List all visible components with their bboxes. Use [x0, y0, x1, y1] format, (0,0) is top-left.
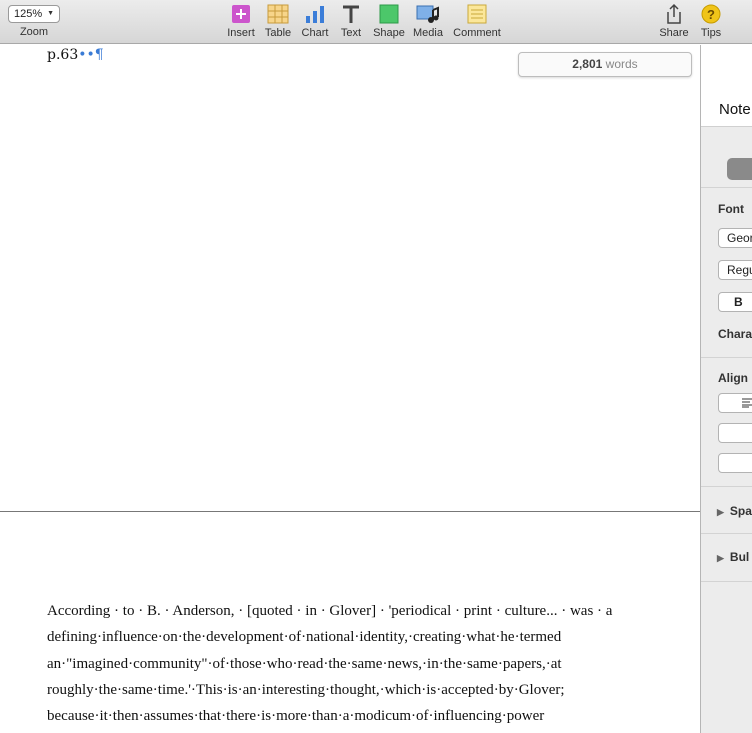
alignment-heading: Align: [718, 371, 748, 385]
table-label: Table: [264, 27, 292, 39]
media-label: Media: [413, 27, 443, 39]
text-button[interactable]: Text: [337, 3, 365, 39]
vertical-align-buttons[interactable]: [718, 453, 752, 473]
body-line: defining·influence·on·the·development·of…: [47, 629, 562, 646]
page-divider: [0, 511, 700, 512]
bold-button[interactable]: B: [718, 292, 752, 312]
disclosure-triangle-icon: ▶: [717, 507, 724, 517]
text-label: Text: [340, 27, 362, 39]
page-reference[interactable]: p.63••¶: [47, 47, 104, 63]
page-ref-text: p.63: [47, 47, 79, 63]
media-icon: [412, 3, 444, 25]
question-icon: ?: [698, 3, 724, 25]
shape-icon: [372, 3, 406, 25]
paragraph-style-name[interactable]: Note: [719, 101, 751, 118]
zoom-control[interactable]: 125% ▼ Zoom: [8, 5, 60, 38]
word-count-number: 2,801: [572, 57, 603, 71]
insert-label: Insert: [227, 27, 255, 39]
body-line: because·it·then·assumes·that·there·is·mo…: [47, 708, 545, 725]
text-icon: [337, 3, 365, 25]
sidebar-header: Note: [701, 45, 752, 127]
chart-icon: [300, 3, 330, 25]
body-line: roughly·the·same·time.'·This·is·an·inter…: [47, 681, 565, 698]
invisible-markers: ••¶: [78, 47, 104, 63]
chart-button[interactable]: Chart: [300, 3, 330, 39]
tips-button[interactable]: ? Tips: [698, 3, 724, 39]
zoom-value: 125%: [14, 8, 43, 20]
spacing-disclosure[interactable]: ▶ Spa: [717, 504, 752, 518]
indent-buttons[interactable]: [718, 423, 752, 443]
divider: [701, 533, 752, 534]
document-canvas[interactable]: p.63••¶ 2,801 words According · to · B. …: [0, 45, 700, 733]
word-count-badge[interactable]: 2,801 words: [518, 52, 692, 77]
body-line: an·"imagined·community"·of·those·who·rea…: [47, 655, 562, 672]
comment-label: Comment: [453, 27, 501, 39]
zoom-select[interactable]: 125% ▼: [8, 5, 60, 23]
insert-button[interactable]: Insert: [226, 3, 256, 39]
shape-label: Shape: [373, 27, 405, 39]
tips-label: Tips: [700, 27, 722, 39]
share-label: Share: [659, 27, 689, 39]
comment-icon: [451, 3, 503, 25]
font-heading: Font: [718, 202, 744, 216]
body-paragraph[interactable]: According · to · B. · Anderson, · [quote…: [47, 598, 613, 729]
chart-label: Chart: [301, 27, 329, 39]
divider: [701, 187, 752, 188]
table-icon: [263, 3, 293, 25]
svg-text:?: ?: [707, 7, 715, 22]
spacing-label: Spa: [729, 504, 752, 518]
format-sidebar: Note Font Geor Regu B Chara Align ▶ Spa ▶…: [700, 45, 752, 733]
disclosure-triangle-icon: ▶: [717, 553, 724, 563]
style-tab-segment[interactable]: [727, 158, 752, 180]
divider: [701, 486, 752, 487]
chevron-down-icon: ▼: [47, 10, 54, 17]
font-style-select[interactable]: Regu: [718, 260, 752, 280]
align-left-button[interactable]: [718, 393, 752, 413]
toolbar: 125% ▼ Zoom Insert Table Chart Text Shap…: [0, 0, 752, 44]
word-count-unit: words: [605, 57, 638, 71]
media-button[interactable]: Media: [412, 3, 444, 39]
share-button[interactable]: Share: [659, 3, 689, 39]
body-line: According · to · B. · Anderson, · [quote…: [47, 603, 613, 619]
divider: [701, 581, 752, 582]
bullets-disclosure[interactable]: ▶ Bul: [717, 550, 749, 564]
zoom-label: Zoom: [19, 26, 49, 38]
shape-button[interactable]: Shape: [372, 3, 406, 39]
align-left-icon: [742, 398, 752, 408]
bullets-label: Bul: [729, 550, 750, 564]
divider: [701, 357, 752, 358]
character-styles-heading[interactable]: Chara: [718, 327, 752, 341]
table-button[interactable]: Table: [263, 3, 293, 39]
insert-icon: [226, 3, 256, 25]
comment-button[interactable]: Comment: [451, 3, 503, 39]
share-icon: [659, 3, 689, 25]
font-family-select[interactable]: Geor: [718, 228, 752, 248]
